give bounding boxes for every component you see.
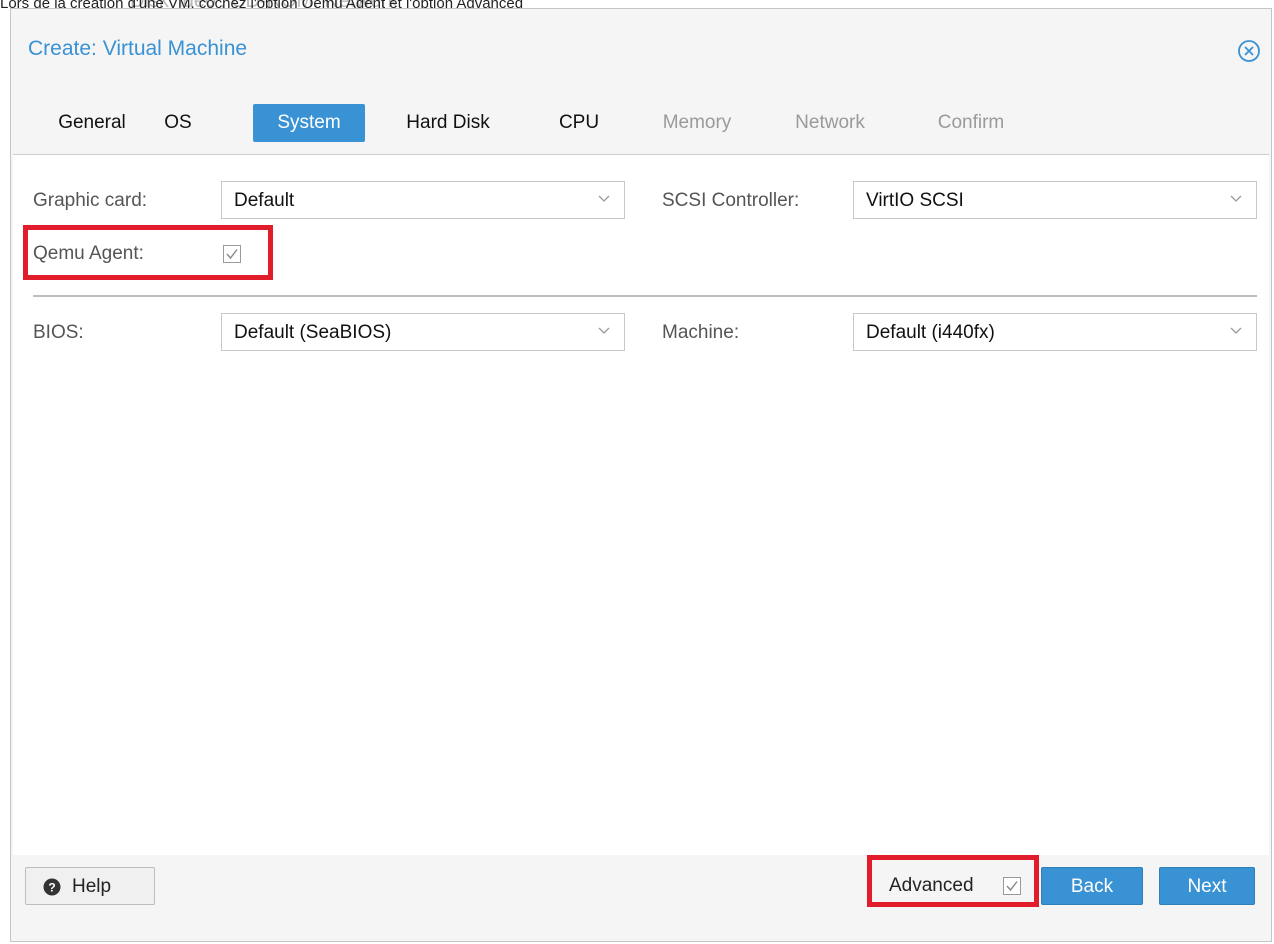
help-icon: ? [43,878,61,896]
chevron-down-icon [1230,195,1242,202]
graphic-card-label: Graphic card: [33,190,148,211]
chevron-down-icon [598,327,610,334]
chevron-down-icon [598,195,610,202]
help-label: Help [72,876,112,897]
tab-cpu[interactable]: CPU [549,104,609,142]
qemu-agent-highlight [23,225,273,280]
tab-general[interactable]: General [47,104,137,142]
advanced-highlight [867,855,1039,907]
machine-select[interactable]: Default (i440fx) [853,313,1257,351]
next-button[interactable]: Next [1159,867,1255,905]
dialog-title: Create: Virtual Machine [28,37,248,60]
machine-value: Default (i440fx) [866,322,995,343]
close-icon[interactable] [1237,39,1261,63]
svg-text:?: ? [48,881,55,895]
machine-label: Machine: [662,322,740,343]
bios-select[interactable]: Default (SeaBIOS) [221,313,625,351]
tab-os[interactable]: OS [157,104,199,142]
chevron-down-icon [1230,327,1242,334]
help-button[interactable]: ? Help [25,867,155,905]
dialog-footer: ? Help Advanced Back Next [11,855,1271,941]
tab-confirm: Confirm [937,112,1005,133]
wizard-tabs: General OS System Hard Disk CPU Memory N… [11,96,1271,146]
bios-value: Default (SeaBIOS) [234,322,392,343]
back-button[interactable]: Back [1041,867,1143,905]
scsi-controller-label: SCSI Controller: [662,190,800,211]
graphic-card-select[interactable]: Default [221,181,625,219]
graphic-card-value: Default [234,190,295,211]
create-vm-dialog: Create: Virtual Machine General OS Syste… [10,8,1272,942]
system-panel: Graphic card: Default SCSI Controller: V… [13,154,1269,855]
bios-label: BIOS: [33,322,84,343]
tab-network: Network [795,112,865,133]
section-divider [33,295,1257,297]
scsi-controller-value: VirtIO SCSI [866,190,964,211]
scsi-controller-select[interactable]: VirtIO SCSI [853,181,1257,219]
tab-hard-disk[interactable]: Hard Disk [391,104,505,142]
tab-memory: Memory [662,112,732,133]
tab-system[interactable]: System [253,104,365,142]
